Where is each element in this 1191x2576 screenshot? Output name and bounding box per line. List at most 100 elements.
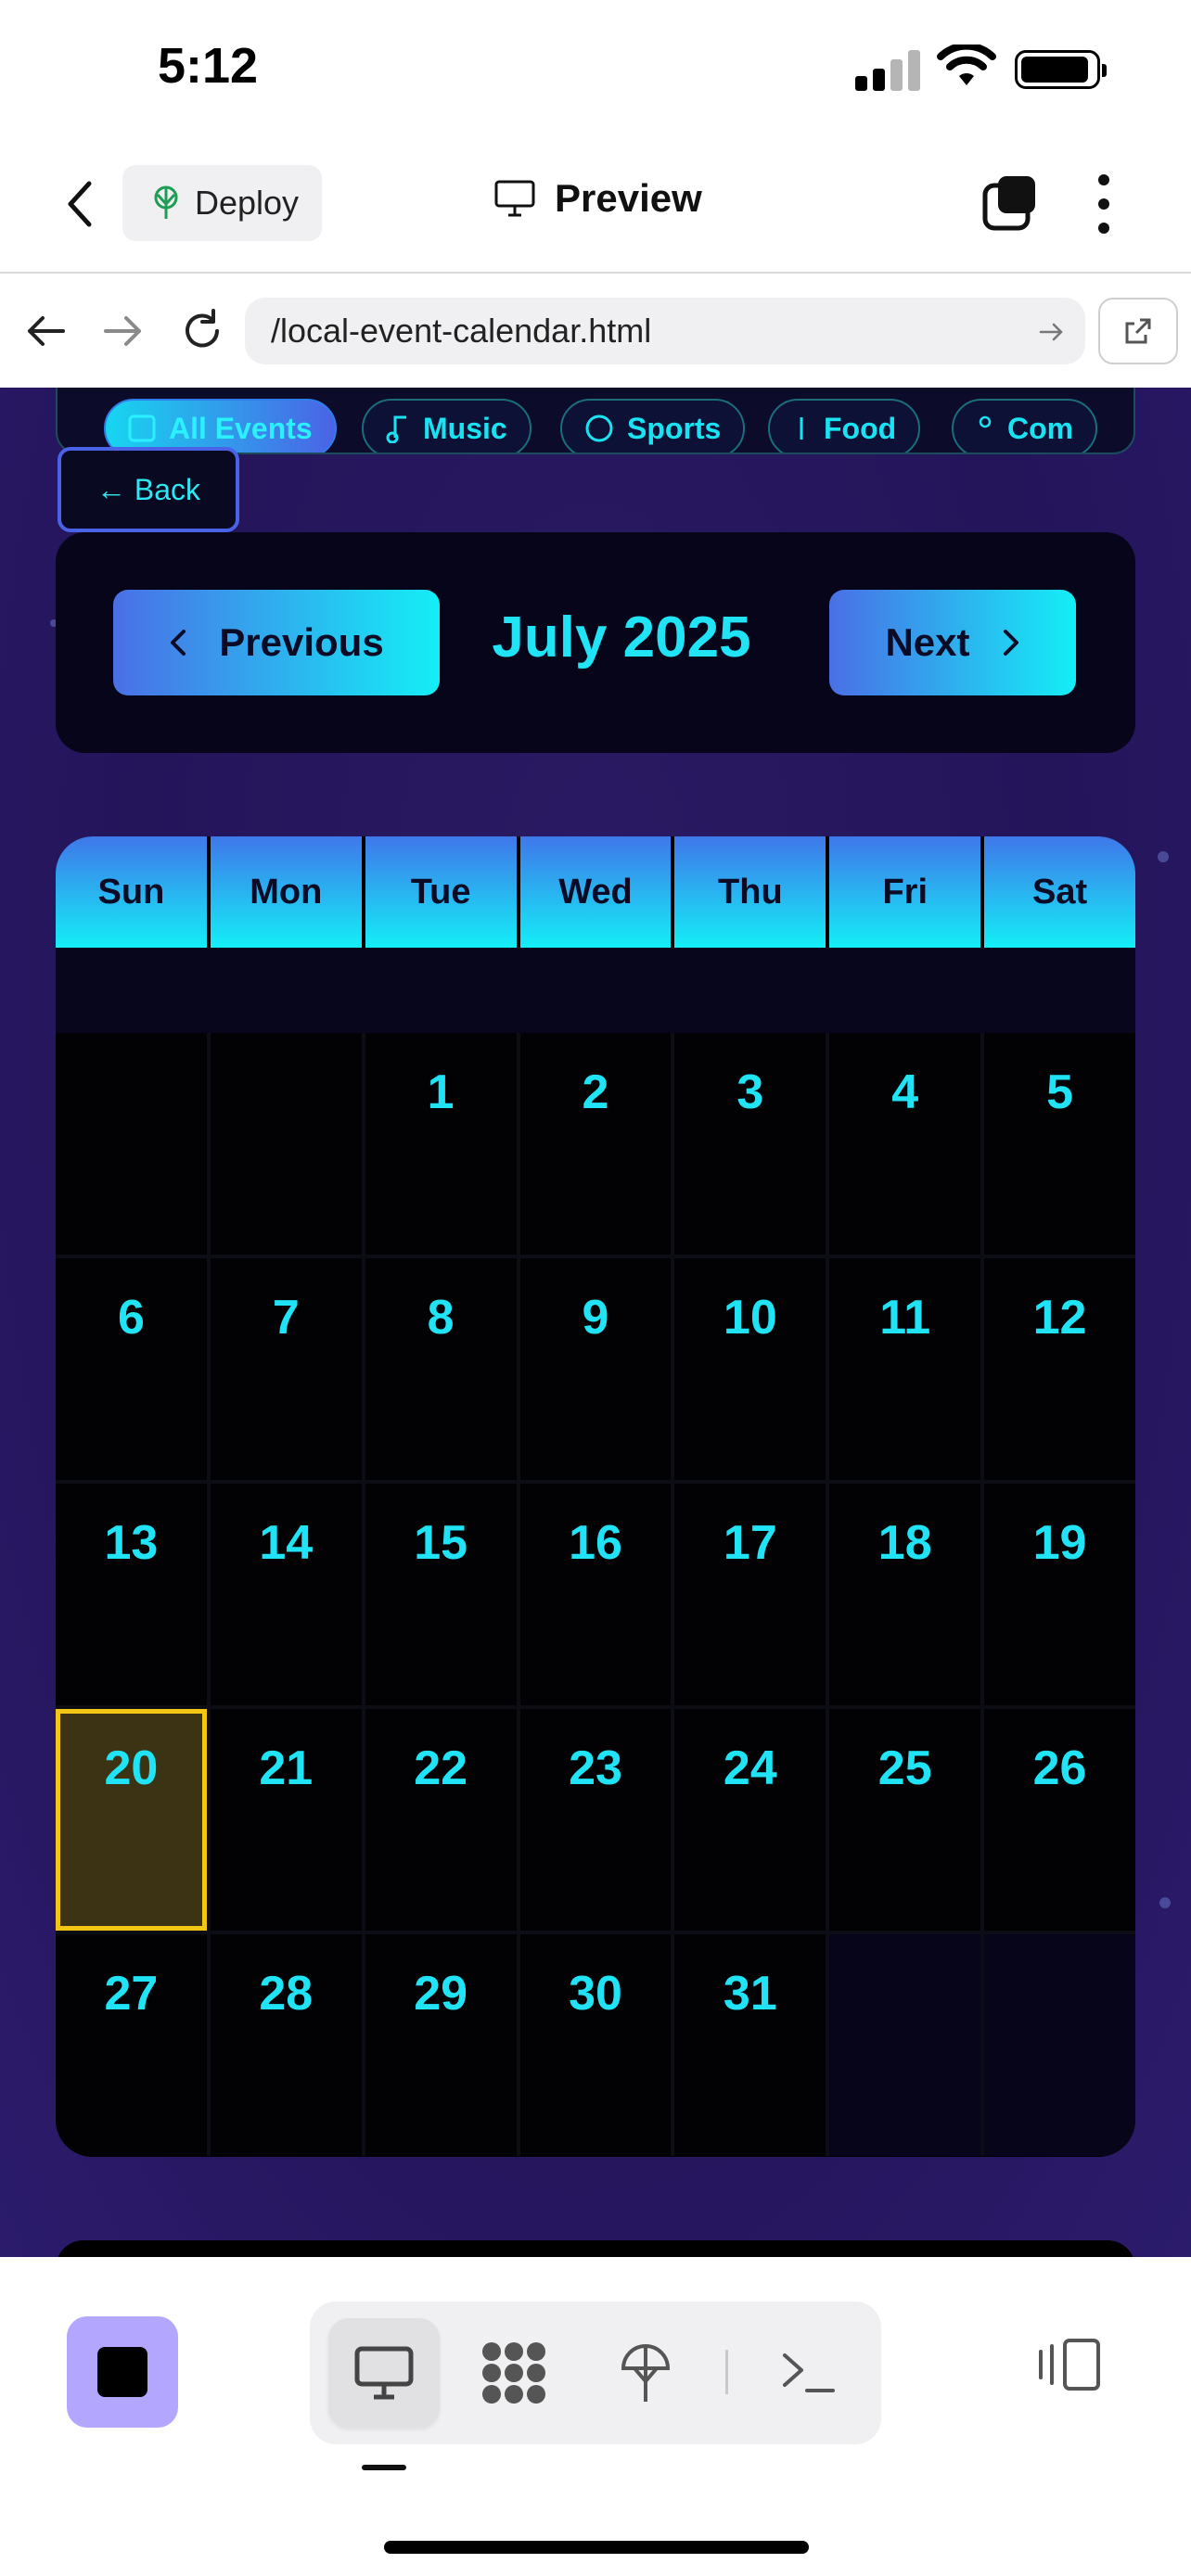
monitor-icon (354, 2346, 414, 2400)
category-filter-bar: All Events Music Sports Food Com (56, 388, 1135, 454)
day-cell[interactable]: 2 (519, 1033, 672, 1255)
back-button[interactable]: ← Back (58, 447, 239, 532)
filter-all-events[interactable]: All Events (104, 399, 337, 453)
calendar-spacer (56, 948, 1135, 1033)
day-number: 20 (104, 1741, 159, 1795)
day-number: 16 (569, 1516, 622, 1570)
day-number: 14 (259, 1516, 314, 1570)
back-chevron-icon[interactable] (58, 176, 104, 232)
wifi-icon (937, 45, 996, 85)
deploy-button[interactable]: Deploy (122, 165, 322, 241)
day-cell[interactable]: 21 (210, 1709, 362, 1931)
day-cell[interactable]: 16 (519, 1484, 672, 1705)
open-external-button[interactable] (1098, 298, 1178, 364)
weekday-tue: Tue (365, 836, 517, 948)
day-cell[interactable]: 8 (365, 1258, 517, 1480)
url-input[interactable]: /local-event-calendar.html (245, 298, 1085, 364)
grid-blob-icon (482, 2342, 545, 2404)
stop-button[interactable] (67, 2316, 178, 2428)
circle-icon (585, 414, 613, 442)
day-cell[interactable]: 12 (984, 1258, 1135, 1480)
next-month-button[interactable]: Next (829, 590, 1076, 695)
weekday-header: Sun Mon Tue Wed Thu Fri Sat (56, 836, 1135, 948)
day-cell[interactable]: 23 (519, 1709, 672, 1931)
next-label: Next (885, 620, 970, 664)
day-cell[interactable]: 10 (674, 1258, 826, 1480)
month-title: July 2025 (492, 606, 751, 670)
reload-icon[interactable] (174, 303, 230, 359)
status-bar: 5:12 (0, 0, 1191, 139)
day-cell[interactable]: 3 (674, 1033, 826, 1255)
day-number: 6 (117, 1291, 145, 1345)
empty-day-cell (984, 1934, 1135, 2156)
filter-community[interactable]: Com (952, 399, 1098, 453)
filter-food[interactable]: Food (768, 399, 921, 453)
side-panel-icon[interactable] (1035, 2337, 1102, 2392)
weekday-thu: Thu (674, 836, 826, 948)
background-dot (1159, 1897, 1171, 1908)
weekday-mon: Mon (210, 836, 362, 948)
previous-month-button[interactable]: Previous (113, 590, 440, 695)
day-cell[interactable]: 11 (829, 1258, 981, 1480)
day-cell[interactable]: 4 (829, 1033, 981, 1255)
day-cell[interactable]: 9 (519, 1258, 672, 1480)
more-options-icon[interactable] (1095, 174, 1113, 236)
day-cell[interactable]: 31 (674, 1934, 826, 2156)
day-cell[interactable]: 18 (829, 1484, 981, 1705)
day-cell[interactable]: 15 (365, 1484, 517, 1705)
canvas-mode-button[interactable] (458, 2318, 570, 2428)
day-cell[interactable]: 24 (674, 1709, 826, 1931)
day-cell[interactable]: 26 (984, 1709, 1135, 1931)
day-number: 7 (272, 1291, 300, 1345)
event-list-card (56, 2240, 1135, 2257)
deploy-label: Deploy (195, 184, 300, 222)
forward-arrow-icon[interactable] (95, 303, 150, 359)
web-page[interactable]: All Events Music Sports Food Com ← Back … (0, 388, 1191, 2257)
day-cell[interactable]: 29 (365, 1934, 517, 2156)
tabs-icon[interactable] (981, 174, 1039, 232)
day-cell[interactable]: 22 (365, 1709, 517, 1931)
music-note-icon (386, 415, 406, 443)
background-dot (1158, 851, 1169, 862)
day-number: 10 (723, 1291, 777, 1345)
back-arrow-icon[interactable] (19, 303, 74, 359)
day-cell[interactable]: 13 (56, 1484, 207, 1705)
preview-label: Preview (555, 176, 702, 220)
day-cell[interactable]: 6 (56, 1258, 207, 1480)
chevron-left-icon (171, 630, 186, 656)
day-cell[interactable]: 17 (674, 1484, 826, 1705)
day-cell[interactable]: 19 (984, 1484, 1135, 1705)
day-number: 8 (427, 1291, 455, 1345)
deploy-mode-button[interactable] (590, 2318, 701, 2428)
filter-music[interactable]: Music (362, 399, 531, 453)
day-cell[interactable]: 7 (210, 1258, 362, 1480)
status-time: 5:12 (158, 38, 259, 94)
day-cell[interactable]: 5 (984, 1033, 1135, 1255)
day-cell[interactable]: 30 (519, 1934, 672, 2156)
weekday-fri: Fri (829, 836, 981, 948)
terminal-mode-button[interactable] (753, 2318, 864, 2428)
day-number: 11 (879, 1291, 931, 1345)
dot-icon (979, 415, 992, 428)
filter-label: Com (1007, 411, 1074, 445)
day-number: 21 (259, 1741, 314, 1795)
day-cell[interactable]: 27 (56, 1934, 207, 2156)
day-cell[interactable]: 25 (829, 1709, 981, 1931)
day-cell-today[interactable]: 20 (56, 1709, 207, 1931)
day-cell[interactable]: 14 (210, 1484, 362, 1705)
calendar: Sun Mon Tue Wed Thu Fri Sat 1 2 3 4 5 6 7 8 9 10 1… (56, 836, 1135, 2157)
day-number: 29 (414, 1967, 468, 2021)
preview-mode-button[interactable] (328, 2318, 440, 2428)
day-cell[interactable]: 28 (210, 1934, 362, 2156)
day-number: 15 (414, 1516, 468, 1570)
bottom-toolbar (0, 2257, 1191, 2576)
filter-label: Food (824, 411, 897, 445)
filter-sports[interactable]: Sports (560, 399, 746, 453)
day-number: 13 (104, 1516, 159, 1570)
day-cell[interactable]: 1 (365, 1033, 517, 1255)
preview-title: Preview (493, 176, 702, 221)
empty-day-cell (829, 1934, 981, 2156)
go-arrow-icon[interactable] (1037, 318, 1065, 346)
terminal-icon (783, 2353, 835, 2392)
empty-day-cell (210, 1033, 362, 1255)
